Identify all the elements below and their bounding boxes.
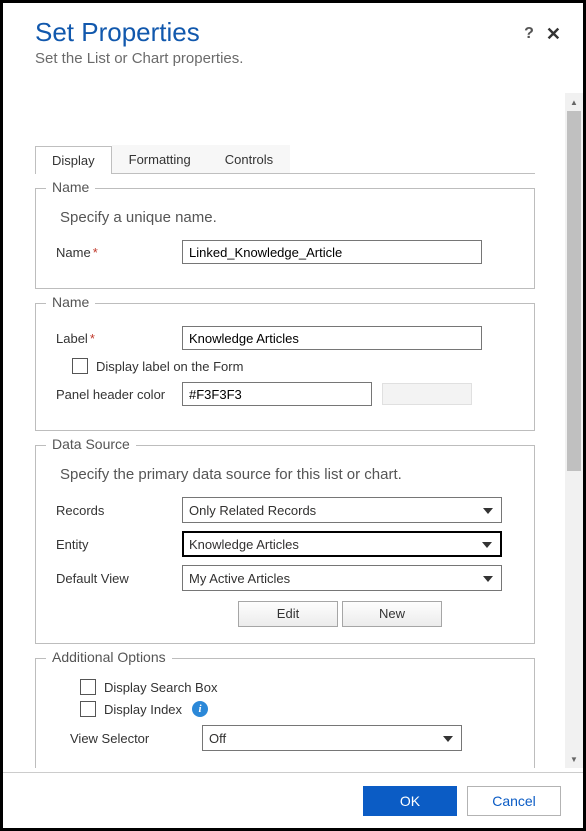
scroll-down-arrow[interactable]: ▼ (565, 750, 583, 768)
edit-button[interactable]: Edit (238, 601, 338, 627)
entity-label: Entity (52, 537, 182, 552)
group-name: Name Specify a unique name. Name* (35, 188, 535, 289)
display-search-box-checkbox[interactable] (80, 679, 96, 695)
panel-color-label: Panel header color (52, 387, 182, 402)
group-data-source: Data Source Specify the primary data sou… (35, 445, 535, 644)
tab-controls[interactable]: Controls (208, 145, 290, 173)
new-button[interactable]: New (342, 601, 442, 627)
label-input[interactable] (182, 326, 482, 350)
records-select[interactable]: Only Related Records (182, 497, 502, 523)
tab-display[interactable]: Display (35, 146, 112, 174)
ok-button[interactable]: OK (363, 786, 457, 816)
group-label-legend: Name (46, 294, 95, 310)
help-icon[interactable]: ? (524, 25, 534, 43)
display-search-box-label: Display Search Box (104, 680, 217, 695)
group-additional-options: Additional Options Display Search Box Di… (35, 658, 535, 768)
tab-bar: Display Formatting Controls (35, 145, 535, 174)
group-label: Name Label* Display label on the Form Pa… (35, 303, 535, 431)
cancel-button[interactable]: Cancel (467, 786, 561, 816)
group-ds-hint: Specify the primary data source for this… (60, 466, 518, 483)
vertical-scrollbar[interactable]: ▲ ▼ (565, 93, 583, 768)
panel-color-input[interactable] (182, 382, 372, 406)
scroll-thumb[interactable] (567, 111, 581, 471)
name-label: Name* (52, 245, 182, 260)
name-input[interactable] (182, 240, 482, 264)
dialog-title: Set Properties (35, 17, 557, 48)
display-label-checkbox[interactable] (72, 358, 88, 374)
group-name-legend: Name (46, 179, 95, 195)
group-ao-legend: Additional Options (46, 649, 172, 665)
label-label: Label* (52, 331, 182, 346)
scroll-up-arrow[interactable]: ▲ (565, 93, 583, 111)
panel-color-swatch[interactable] (382, 383, 472, 405)
entity-select[interactable]: Knowledge Articles (182, 531, 502, 557)
display-index-label: Display Index (104, 702, 182, 717)
display-index-checkbox[interactable] (80, 701, 96, 717)
close-icon[interactable]: ✕ (546, 25, 561, 43)
group-name-hint: Specify a unique name. (60, 209, 518, 226)
info-icon[interactable]: i (192, 701, 208, 717)
view-selector-select[interactable]: Off (202, 725, 462, 751)
default-view-label: Default View (52, 571, 182, 586)
records-label: Records (52, 503, 182, 518)
display-label-checkbox-label: Display label on the Form (96, 359, 243, 374)
dialog-subtitle: Set the List or Chart properties. (35, 50, 557, 67)
tab-formatting[interactable]: Formatting (112, 145, 208, 173)
view-selector-label: View Selector (52, 731, 202, 746)
default-view-select[interactable]: My Active Articles (182, 565, 502, 591)
group-ds-legend: Data Source (46, 436, 136, 452)
